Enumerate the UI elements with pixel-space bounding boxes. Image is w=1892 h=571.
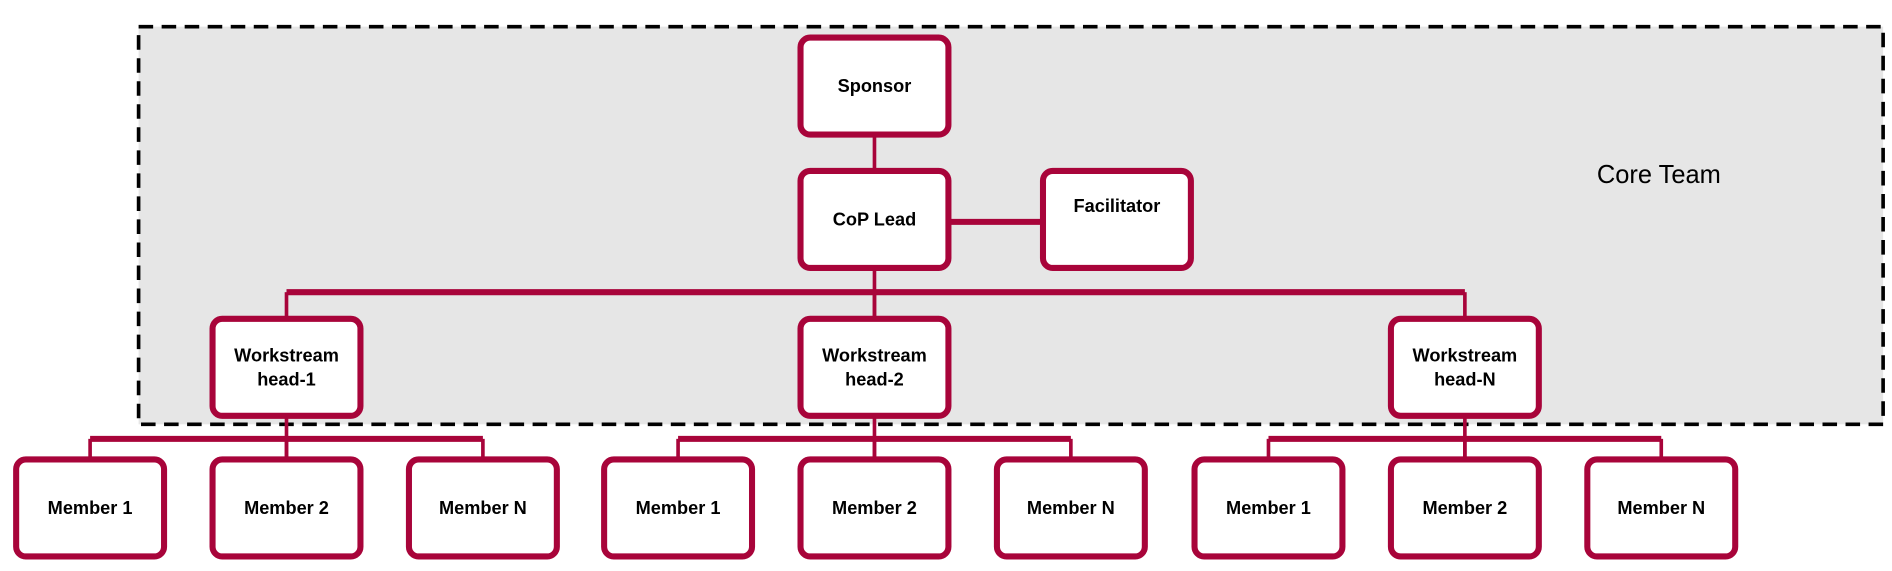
cop-lead-node: CoP Lead xyxy=(797,167,952,271)
workstream-head-node-box xyxy=(209,315,364,419)
core-team-group xyxy=(136,24,1885,427)
member-node-label: Member 1 xyxy=(636,498,721,518)
member-node-label: Member 2 xyxy=(1422,498,1507,518)
member-node-label: Member N xyxy=(439,498,527,518)
member-node: Member N xyxy=(1584,456,1739,560)
member-node: Member 1 xyxy=(13,456,168,560)
member-node: Member 1 xyxy=(601,456,756,560)
facilitator-node-box xyxy=(1039,167,1194,271)
member-node-label: Member 2 xyxy=(244,498,329,518)
workstream-head-node-box xyxy=(797,315,952,419)
cop-lead-node-label: CoP Lead xyxy=(833,209,916,229)
member-node: Member 1 xyxy=(1191,456,1346,560)
facilitator-node: Facilitator xyxy=(1039,167,1194,271)
workstream-head-node: Workstream head-N xyxy=(1387,315,1542,419)
member-node-label: Member 1 xyxy=(48,498,133,518)
workstream-head-node-label: head-N xyxy=(1434,370,1496,390)
workstream-head-node: Workstream head-1 xyxy=(209,315,364,419)
member-node: Member N xyxy=(405,456,560,560)
workstream-head-node-label: Workstream xyxy=(822,345,927,365)
member-node: Member 2 xyxy=(797,456,952,560)
sponsor-node-label: Sponsor xyxy=(838,76,912,96)
workstream-head-node: Workstream head-2 xyxy=(797,315,952,419)
workstream-head-node-box xyxy=(1387,315,1542,419)
workstream-head-node-label: Workstream xyxy=(1413,345,1518,365)
member-node: Member 2 xyxy=(1387,456,1542,560)
sponsor-node: Sponsor xyxy=(797,34,952,138)
workstream-head-node-label: head-2 xyxy=(845,370,904,390)
member-node-label: Member 1 xyxy=(1226,498,1311,518)
member-node-label: Member N xyxy=(1027,498,1115,518)
facilitator-node-label: Facilitator xyxy=(1074,196,1161,216)
workstream-head-node-label: head-1 xyxy=(257,370,316,390)
member-node: Member N xyxy=(993,456,1148,560)
core-team-label: Core Team xyxy=(1597,161,1721,189)
member-node: Member 2 xyxy=(209,456,364,560)
org-chart: Core Team Sponsor CoP Lead Facilitator Work… xyxy=(13,24,1885,560)
member-node-label: Member 2 xyxy=(832,498,917,518)
workstream-head-node-label: Workstream xyxy=(234,345,339,365)
member-node-label: Member N xyxy=(1617,498,1705,518)
